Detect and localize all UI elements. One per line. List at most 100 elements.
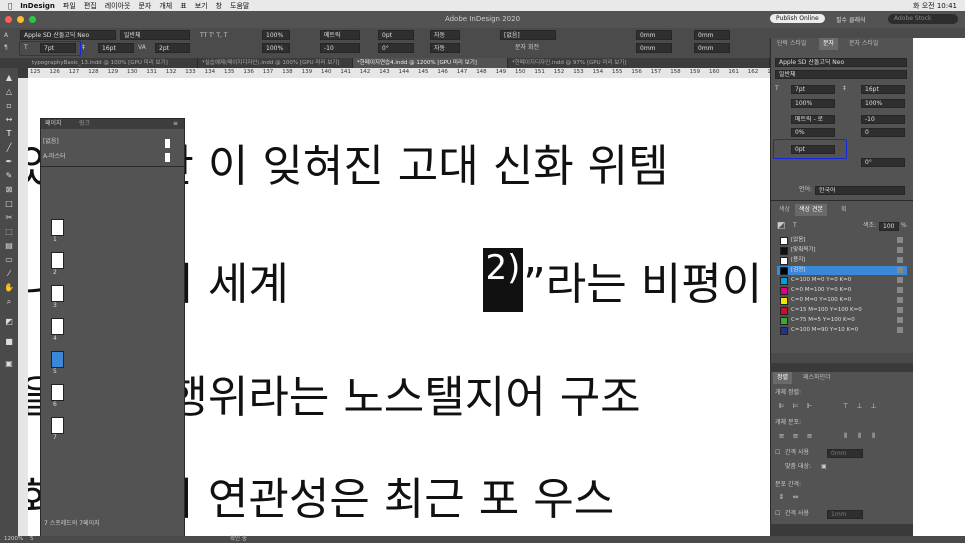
margin-field-1[interactable]: 0mm bbox=[636, 30, 672, 40]
margin-field-2[interactable]: 0mm bbox=[636, 43, 672, 53]
hand-tool-icon[interactable]: ✋ bbox=[3, 282, 15, 294]
horizontal-ruler[interactable]: 125 126 127 128 129 130 131 132 133 134 135 136 137 1… bbox=[28, 68, 770, 78]
panel-menu-icon[interactable]: ≡ bbox=[173, 119, 178, 129]
eyedropper-tool-icon[interactable]: ⁄ bbox=[3, 268, 15, 280]
fill-swatch-icon[interactable]: ◩ bbox=[777, 221, 786, 231]
swatch-row[interactable]: [검정] bbox=[777, 266, 907, 275]
menu-type[interactable]: 문자 bbox=[138, 1, 151, 11]
margin-field-4[interactable]: 0mm bbox=[694, 43, 730, 53]
panel-leading-field[interactable]: 16pt bbox=[861, 85, 905, 94]
leading-field[interactable]: 16pt bbox=[98, 43, 134, 53]
swatch-row[interactable]: [없음] bbox=[777, 236, 907, 245]
page-thumbnail[interactable] bbox=[51, 351, 64, 368]
menu-help[interactable]: 도움말 bbox=[230, 1, 249, 11]
a-master-item[interactable]: A-마스터 bbox=[43, 152, 66, 162]
align-bottom-icon[interactable]: ⊥ bbox=[869, 402, 878, 411]
char-mode-icon[interactable]: A bbox=[4, 31, 8, 41]
language-field[interactable]: 한국어 bbox=[815, 186, 905, 195]
page-tool-icon[interactable]: ▫ bbox=[3, 100, 15, 112]
swatch-row[interactable]: C=100 M=0 Y=0 K=0 bbox=[777, 276, 907, 285]
horizontal-scale-field[interactable]: 100% bbox=[262, 43, 290, 53]
panel-tsume-field[interactable]: 0% bbox=[791, 128, 835, 137]
align-to-selection-icon[interactable]: ▣ bbox=[821, 462, 827, 472]
gap-tool-icon[interactable]: ↔ bbox=[3, 114, 15, 126]
tint-field[interactable]: 100 bbox=[879, 222, 899, 231]
menu-indesign[interactable]: InDesign bbox=[20, 2, 55, 10]
zoom-tool-icon[interactable]: ⌕ bbox=[3, 296, 15, 308]
direct-selection-tool-icon[interactable]: △ bbox=[3, 86, 15, 98]
page-thumbnail[interactable] bbox=[51, 318, 64, 335]
page-thumbnail[interactable] bbox=[51, 252, 64, 269]
use-spacing-checkbox[interactable]: ☐ bbox=[775, 448, 780, 458]
tracking2-field[interactable]: -10 bbox=[320, 43, 360, 53]
page-thumbnail[interactable] bbox=[51, 285, 64, 302]
view-mode-icon[interactable]: ▣ bbox=[3, 358, 15, 370]
baseline-field[interactable]: 0pt bbox=[378, 30, 414, 40]
rectangle-tool-icon[interactable]: □ bbox=[3, 198, 15, 210]
tab-practice-page[interactable]: *실습예제(페이지디자인).indd @ 100% [GPU 미리 보기] bbox=[198, 58, 353, 68]
tab-typography-basic[interactable]: typographyBasic_13.indd @ 100% [GPU 미리 보… bbox=[28, 58, 198, 68]
char-style-field[interactable]: [없음] bbox=[500, 30, 556, 40]
workspace-switcher[interactable]: 필수 클래식 bbox=[836, 15, 866, 24]
publish-online-button[interactable]: Publish Online bbox=[770, 14, 825, 23]
skew-field[interactable]: 0° bbox=[378, 43, 414, 53]
scissors-tool-icon[interactable]: ✂ bbox=[3, 212, 15, 224]
adobe-stock-search[interactable]: Adobe Stock bbox=[888, 14, 958, 24]
page-thumbnail[interactable] bbox=[51, 384, 64, 401]
tab-paragraph-styles[interactable]: 단락 스타일 bbox=[773, 38, 811, 50]
panel-size-field[interactable]: 7pt bbox=[791, 85, 835, 94]
menu-table[interactable]: 표 bbox=[180, 1, 186, 11]
tab-one-page-design[interactable]: *한페이지디자인.indd @ 97% [GPU 미리 보기] bbox=[508, 58, 770, 68]
formatting-text-icon[interactable]: T bbox=[793, 221, 797, 231]
kerning-field[interactable]: 메트릭 bbox=[320, 30, 360, 40]
para-mode-icon[interactable]: ¶ bbox=[4, 43, 8, 53]
pencil-tool-icon[interactable]: ✎ bbox=[3, 170, 15, 182]
none-master-item[interactable]: [없음] bbox=[43, 137, 59, 147]
tab-pathfinder[interactable]: 패스파인더 bbox=[799, 372, 835, 384]
tab-color[interactable]: 색상 bbox=[775, 204, 794, 216]
use-spacing2-checkbox[interactable]: ☐ bbox=[775, 509, 780, 519]
font-style-field[interactable]: 일반체 bbox=[120, 30, 190, 40]
align-vcenter-icon[interactable]: ⊥ bbox=[855, 402, 864, 411]
swatch-row[interactable]: C=75 M=5 Y=100 K=0 bbox=[777, 316, 907, 325]
apple-icon[interactable]:  bbox=[8, 2, 12, 10]
align-hcenter-icon[interactable]: ⊨ bbox=[791, 402, 800, 411]
menu-file[interactable]: 파일 bbox=[63, 1, 76, 11]
margin-field-3[interactable]: 0mm bbox=[694, 30, 730, 40]
swatch-row[interactable]: C=100 M=90 Y=10 K=0 bbox=[777, 326, 907, 335]
spacing2-field[interactable]: 1mm bbox=[827, 510, 863, 519]
auto-field-1[interactable]: 자동 bbox=[430, 30, 460, 40]
fill-stroke-icon[interactable]: ◩ bbox=[3, 316, 15, 328]
swatch-row[interactable]: C=15 M=100 Y=100 K=0 bbox=[777, 306, 907, 315]
page-thumbnail[interactable] bbox=[51, 219, 64, 236]
panel-baseline-field[interactable]: 0 bbox=[861, 128, 905, 137]
panel-tracking-field[interactable]: -10 bbox=[861, 115, 905, 124]
align-right-icon[interactable]: ⊩ bbox=[805, 402, 814, 411]
char-rotate-checkbox[interactable]: 문자 회전 bbox=[515, 43, 539, 53]
menu-layout[interactable]: 레이아웃 bbox=[105, 1, 131, 11]
selected-footnote-highlight[interactable]: 2) bbox=[483, 248, 523, 312]
align-left-icon[interactable]: ⊫ bbox=[777, 402, 786, 411]
distribute-left-icon[interactable]: ⦀ bbox=[841, 432, 850, 441]
distribute-bottom-icon[interactable]: ≡ bbox=[805, 432, 814, 441]
selection-tool-icon[interactable]: ▲ bbox=[3, 72, 15, 84]
menu-view[interactable]: 보기 bbox=[195, 1, 208, 11]
free-transform-tool-icon[interactable]: ⬚ bbox=[3, 226, 15, 238]
distribute-top-icon[interactable]: ≡ bbox=[777, 432, 786, 441]
distribute-vcenter-icon[interactable]: ≡ bbox=[791, 432, 800, 441]
tab-character[interactable]: 문자 bbox=[819, 38, 839, 50]
text-case-icons[interactable]: TT T' T, T bbox=[200, 31, 228, 41]
text-line-2b[interactable]: ”라는 비평이 바라 bbox=[523, 248, 770, 312]
panel-font-style[interactable]: 일반체 bbox=[775, 70, 907, 79]
line-tool-icon[interactable]: ╱ bbox=[3, 142, 15, 154]
panel-kerning-field[interactable]: 메트릭 - 로 bbox=[791, 115, 835, 124]
pages-tab[interactable]: 페이지 bbox=[45, 119, 62, 129]
pen-tool-icon[interactable]: ✒ bbox=[3, 156, 15, 168]
apply-color-icon[interactable]: ■ bbox=[3, 336, 15, 348]
type-tool-icon[interactable]: T bbox=[3, 128, 15, 140]
vertical-scale-field[interactable]: 100% bbox=[262, 30, 290, 40]
font-family-field[interactable]: Apple SD 산돌고딕 Neo bbox=[20, 30, 116, 40]
menu-edit[interactable]: 편집 bbox=[84, 1, 97, 11]
panel-font-family[interactable]: Apple SD 산돌고딕 Neo bbox=[775, 58, 907, 67]
panel-vscale-field[interactable]: 100% bbox=[791, 99, 835, 108]
